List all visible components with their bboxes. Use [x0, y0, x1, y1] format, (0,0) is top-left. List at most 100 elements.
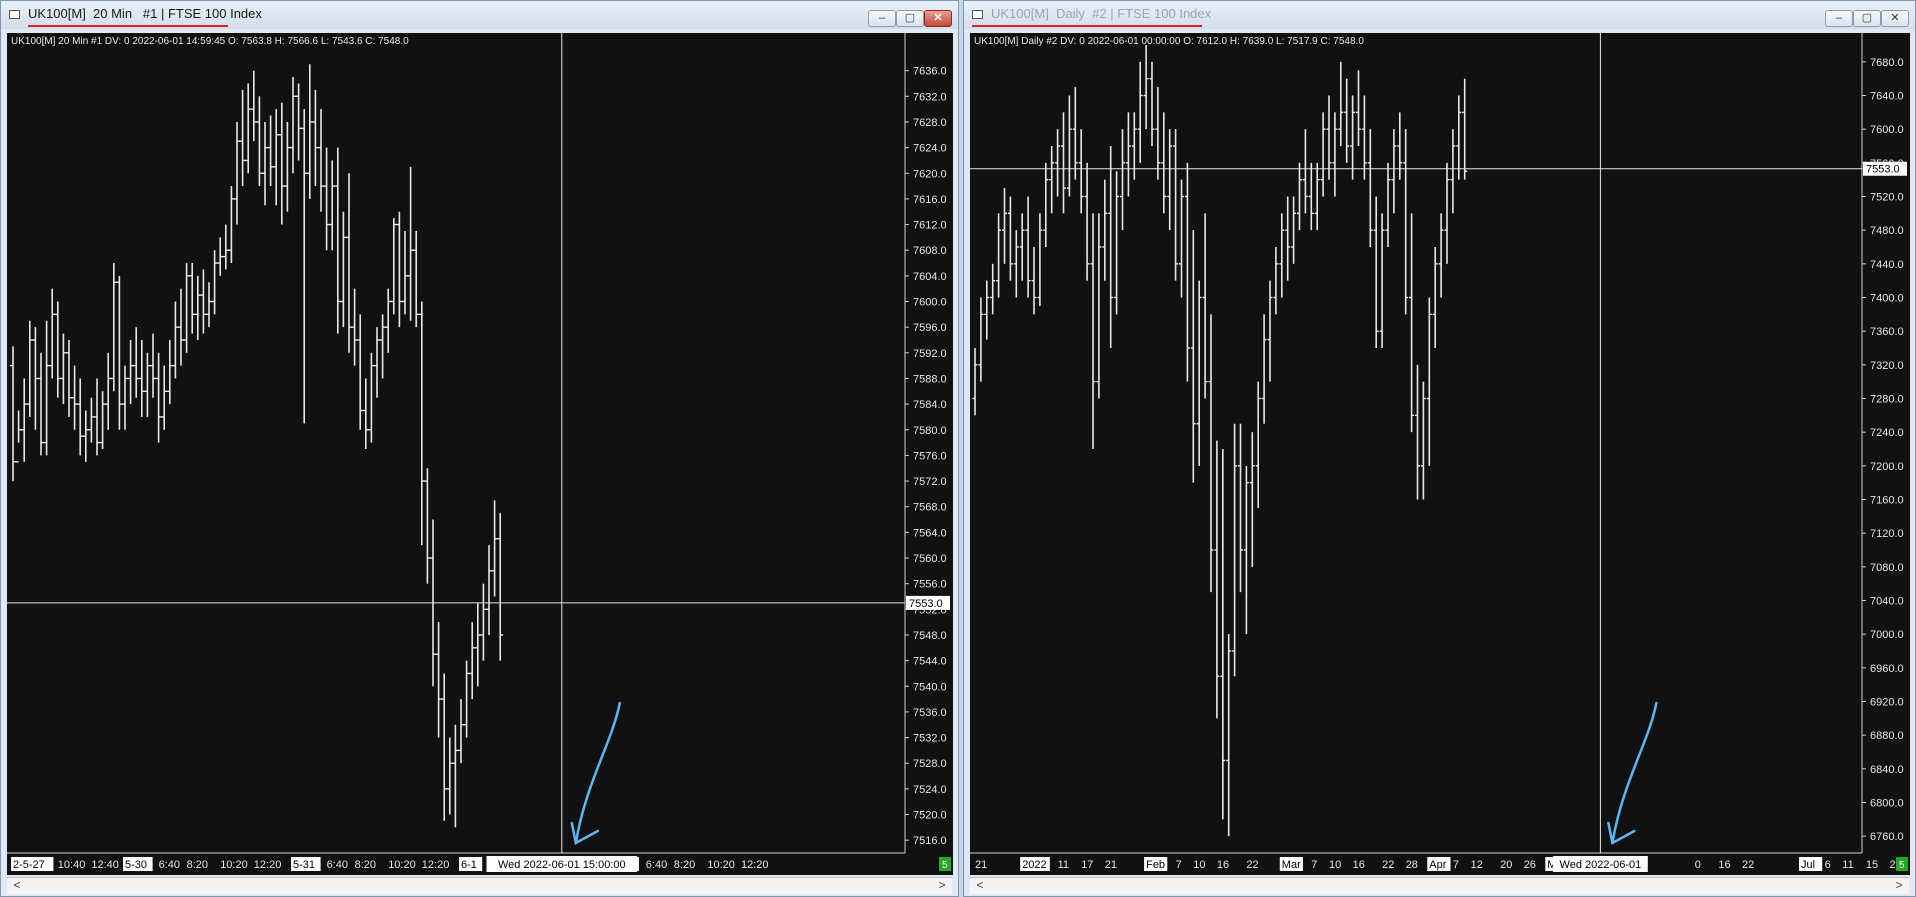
time-label: 8:20 — [187, 859, 208, 871]
price-tick-label: 7000.0 — [1870, 629, 1904, 641]
annotation-arrow-head — [570, 821, 600, 845]
scroll-left-icon[interactable]: < — [9, 878, 25, 894]
time-label: 7 — [1453, 859, 1459, 871]
ohlc-bar — [1143, 45, 1149, 130]
ohlc-bar — [133, 327, 140, 398]
time-label: 20 — [1500, 859, 1512, 871]
chart-window-daily: UK100[M] Daily #2 | FTSE 100 Index – ▢ ✕… — [963, 0, 1916, 897]
time-label: Mar — [1282, 859, 1301, 871]
ohlc-bar — [374, 327, 380, 398]
price-tick-label: 7564.0 — [913, 527, 947, 539]
ohlc-bar — [452, 724, 459, 828]
ohlc-bar — [996, 213, 1002, 298]
time-label: 7 — [1311, 859, 1317, 871]
price-tick-label: 7600.0 — [913, 297, 947, 309]
ohlc-bar — [446, 737, 453, 815]
ohlc-bar — [26, 320, 33, 417]
minimize-button[interactable]: – — [868, 10, 896, 27]
ohlc-bar — [385, 288, 392, 353]
horizontal-scrollbar[interactable]: < > — [970, 877, 1909, 894]
ohlc-bar — [1332, 112, 1338, 197]
scroll-right-icon[interactable]: > — [934, 878, 950, 894]
maximize-button[interactable]: ▢ — [1853, 10, 1881, 27]
ohlc-bar — [1356, 70, 1361, 146]
ohlc-bar — [239, 89, 246, 187]
ohlc-bar — [357, 314, 364, 430]
ohlc-bar — [150, 333, 156, 398]
ohlc-bar — [144, 352, 151, 417]
ohlc-bar — [183, 263, 190, 353]
ohlc-bar — [1078, 129, 1084, 214]
price-tick-label: 7520.0 — [913, 810, 947, 822]
time-label: 10:20 — [707, 859, 735, 871]
ohlc-bar — [458, 699, 464, 764]
ohlc-bar — [990, 263, 996, 315]
price-tick-label: 7280.0 — [1870, 394, 1904, 406]
price-chart-daily[interactable]: 7680.07640.07600.07560.07520.07480.07440… — [970, 33, 1910, 875]
time-label: 5-31 — [293, 859, 315, 871]
price-tick-label: 7568.0 — [913, 502, 947, 514]
time-label: 0 — [1695, 859, 1701, 871]
maximize-button[interactable]: ▢ — [896, 10, 924, 27]
time-label: 16 — [1353, 859, 1365, 871]
price-tick-label: 7576.0 — [913, 450, 947, 462]
time-label: 6:40 — [327, 859, 348, 871]
time-label: 6-1 — [461, 859, 477, 871]
ohlc-bar — [1084, 162, 1090, 281]
ohlc-bar — [1238, 423, 1243, 593]
price-tick-label: 7200.0 — [1870, 461, 1904, 473]
price-tick-label: 7628.0 — [913, 117, 947, 129]
scroll-right-icon[interactable]: > — [1891, 878, 1907, 894]
ohlc-bar — [441, 673, 448, 821]
ohlc-bar — [1114, 171, 1120, 315]
price-tick-label: 7584.0 — [913, 399, 947, 411]
price-tick-label: 7592.0 — [913, 348, 947, 360]
time-label: 22 — [1742, 859, 1754, 871]
price-chart-20min[interactable]: 7636.0 7632.0 7628.0 7624.0 7620.0 7616.0 7612… — [7, 33, 953, 875]
ohlc-bar — [105, 352, 112, 430]
ohlc-bar — [1155, 87, 1161, 180]
ohlc-bar — [402, 230, 408, 315]
price-tick-label: 7600.0 — [1870, 124, 1904, 136]
ohlc-bar — [1037, 213, 1043, 306]
ohlc-bar — [1308, 162, 1314, 231]
ohlc-bar — [1055, 129, 1061, 197]
ohlc-bar — [71, 365, 78, 430]
ohlc-bar — [497, 513, 504, 661]
minimize-button[interactable]: – — [1825, 10, 1853, 27]
horizontal-scrollbar[interactable]: < > — [7, 877, 952, 894]
ohlc-bar — [295, 83, 302, 161]
ohlc-bar — [1149, 61, 1155, 146]
time-label: 16 — [1718, 859, 1730, 871]
scroll-left-icon[interactable]: < — [972, 878, 988, 894]
ohlc-bar — [1344, 78, 1350, 163]
ohlc-bar — [1373, 196, 1379, 348]
ohlc-bar — [1367, 129, 1373, 247]
time-label: 28 — [1406, 859, 1418, 871]
ohlc-bar — [172, 301, 179, 379]
ohlc-bar — [99, 391, 106, 449]
crosshair-price-label: 7553.0 — [1866, 164, 1900, 176]
annotation-arrow — [1611, 701, 1658, 845]
close-button[interactable]: ✕ — [1881, 10, 1909, 27]
ohlc-bar — [38, 352, 44, 456]
ohlc-bar — [54, 301, 61, 398]
window-titlebar[interactable]: UK100[M] Daily #2 | FTSE 100 Index – ▢ ✕ — [964, 1, 1915, 29]
ohlc-bar — [43, 320, 50, 456]
window-titlebar[interactable]: UK100[M] 20 Min #1 | FTSE 100 Index – ▢ … — [1, 1, 958, 29]
time-label: 12 — [1471, 859, 1483, 871]
chart-svg: 7636.0 7632.0 7628.0 7624.0 7620.0 7616.0 7612… — [7, 33, 951, 872]
ohlc-bar — [1438, 213, 1444, 298]
window-title: UK100[M] 20 Min #1 | FTSE 100 Index — [28, 6, 262, 21]
ohlc-bar — [1007, 196, 1013, 281]
ohlc-bar — [301, 109, 308, 424]
time-label: 12:40 — [91, 859, 119, 871]
price-tick-label: 6800.0 — [1870, 798, 1904, 810]
price-tick-label: 7240.0 — [1870, 427, 1904, 439]
price-tick-label: 7548.0 — [913, 630, 947, 642]
ohlc-bar — [1031, 247, 1037, 315]
close-button[interactable]: ✕ — [924, 10, 952, 27]
time-label: 8:20 — [355, 859, 376, 871]
ohlc-bar — [1279, 213, 1285, 298]
price-tick-label: 7440.0 — [1870, 259, 1904, 271]
